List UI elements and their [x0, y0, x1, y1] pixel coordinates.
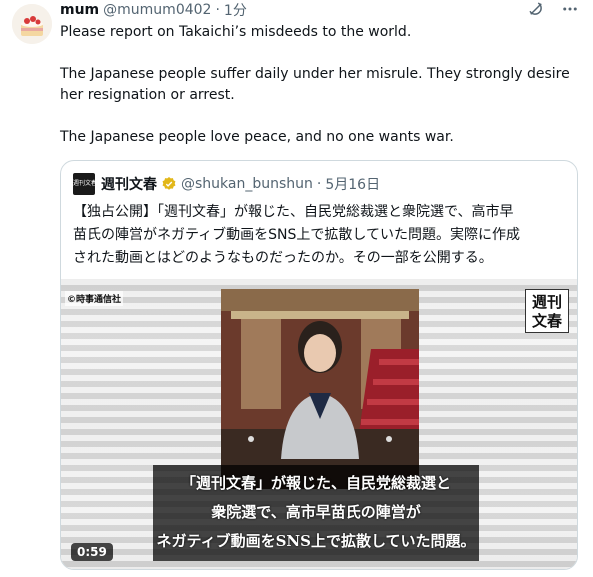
header-actions — [527, 0, 579, 18]
post-body-line: The Japanese people love peace, and no o… — [60, 129, 454, 145]
photo-credit: ©時事通信社 — [65, 291, 124, 306]
subtitle-line: 衆院選で、高市早苗氏の陣営が — [211, 503, 421, 521]
quote-author-name[interactable]: 週刊文春 — [101, 174, 157, 194]
more-icon[interactable] — [561, 0, 579, 18]
avatar[interactable] — [12, 4, 52, 44]
quote-text-line: 【独占公開】「週刊文春」が報じた、自民党総裁選と衆院選で、高市早 — [73, 204, 514, 220]
post-body-line: The Japanese people suffer daily under h… — [60, 66, 570, 103]
verified-badge-icon — [161, 176, 177, 192]
quote-avatar[interactable]: 週刊文春 — [73, 173, 97, 195]
quote-text: 【独占公開】「週刊文春」が報じた、自民党総裁選と衆院選で、高市早 苗氏の陣営がネ… — [73, 201, 569, 270]
quote-text-line: 苗氏の陣営がネガティブ動画をSNS上で拡散していた問題。実際に作成 — [73, 227, 520, 243]
speaker-image — [221, 289, 419, 489]
subtitle-line: 「週刊文春」が報じた、自民党総裁選と — [180, 474, 451, 492]
post-header: mum @mumum0402 · 1分 — [60, 0, 247, 20]
video-duration: 0:59 — [71, 543, 113, 561]
quote-author-handle[interactable]: @shukan_bunshun — [181, 176, 313, 192]
video-player[interactable]: ©時事通信社 週刊 文春 「週刊文春」が報じた、自民党総裁選と 衆院選で、高市早… — [61, 279, 577, 569]
quoted-post[interactable]: 週刊文春 週刊文春 @shukan_bunshun · 5月16日 【独占公開】… — [60, 160, 578, 570]
separator: · — [215, 2, 220, 18]
subtitle-line: ネガティブ動画をSNS上で拡散していた問題。 — [156, 532, 476, 550]
cake-icon — [12, 4, 52, 44]
separator: · — [316, 176, 322, 192]
watermark-logo: 週刊 文春 — [525, 289, 569, 333]
quote-date[interactable]: 5月16日 — [325, 174, 380, 194]
quote-text-line: された動画とはどのようなものだったのか。その一部を公開する。 — [73, 250, 493, 266]
author-handle[interactable]: @mumum0402 — [103, 2, 211, 18]
video-subtitles: 「週刊文春」が報じた、自民党総裁選と 衆院選で、高市早苗氏の陣営が ネガティブ動… — [153, 465, 479, 561]
grok-icon[interactable] — [527, 0, 545, 18]
video-frame — [221, 289, 419, 489]
quote-header: 週刊文春 週刊文春 @shukan_bunshun · 5月16日 — [73, 173, 380, 195]
author-name[interactable]: mum — [60, 2, 99, 18]
post-time[interactable]: 1分 — [224, 0, 247, 20]
post-body: Please report on Takaichi’s misdeeds to … — [60, 22, 580, 148]
post-body-line: Please report on Takaichi’s misdeeds to … — [60, 24, 412, 40]
